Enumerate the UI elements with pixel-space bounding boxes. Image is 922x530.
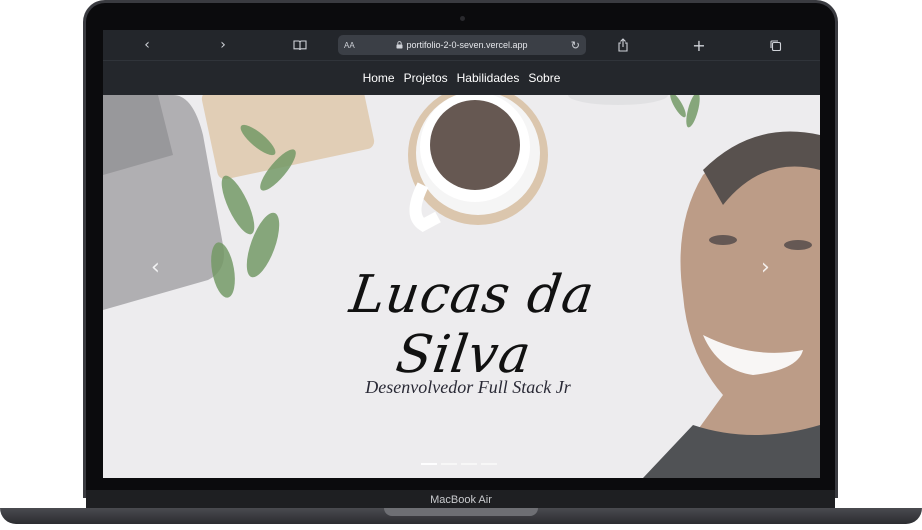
- hero-name-signature: Lucas da Silva: [346, 265, 599, 385]
- laptop-opening-notch: [384, 508, 538, 516]
- carousel-indicator[interactable]: [421, 463, 437, 465]
- carousel-next-button[interactable]: ›: [761, 255, 770, 280]
- browser-toolbar: ‹ › AA portifolio-2-0-seven.vercel.app ↻…: [103, 30, 820, 60]
- forward-chevron-icon[interactable]: ›: [212, 36, 234, 54]
- url-value: portifolio-2-0-seven.vercel.app: [406, 40, 528, 50]
- nav-link-projetos[interactable]: Projetos: [404, 71, 448, 85]
- lock-icon: [396, 41, 403, 49]
- carousel-prev-button[interactable]: ‹: [151, 255, 160, 280]
- screen: ‹ › AA portifolio-2-0-seven.vercel.app ↻…: [103, 30, 820, 478]
- camera-dot: [460, 16, 465, 21]
- carousel-indicator[interactable]: [441, 463, 457, 465]
- hero-carousel: ‹ › Lucas da Silva Desenvolvedor Full St…: [103, 95, 820, 478]
- hero-subtitle: Desenvolvedor Full Stack Jr: [365, 377, 571, 397]
- reload-icon[interactable]: ↻: [571, 39, 580, 52]
- device-model-label: MacBook Air: [430, 494, 492, 506]
- nav-link-home[interactable]: Home: [363, 71, 395, 85]
- address-bar[interactable]: AA portifolio-2-0-seven.vercel.app ↻: [338, 35, 586, 55]
- laptop-mockup: ‹ › AA portifolio-2-0-seven.vercel.app ↻…: [0, 0, 922, 530]
- carousel-indicator[interactable]: [481, 463, 497, 465]
- nav-link-sobre[interactable]: Sobre: [528, 71, 560, 85]
- tabs-overview-icon[interactable]: [764, 36, 786, 54]
- back-chevron-icon[interactable]: ‹: [136, 36, 158, 54]
- site-nav: Home Projetos Habilidades Sobre: [103, 60, 820, 95]
- url-text: portifolio-2-0-seven.vercel.app: [338, 40, 586, 50]
- carousel-indicator[interactable]: [461, 463, 477, 465]
- carousel-indicators: [421, 463, 497, 465]
- bookmarks-icon[interactable]: [289, 36, 311, 54]
- share-icon[interactable]: [612, 36, 634, 54]
- nav-link-habilidades[interactable]: Habilidades: [457, 71, 520, 85]
- new-tab-icon[interactable]: +: [688, 36, 710, 55]
